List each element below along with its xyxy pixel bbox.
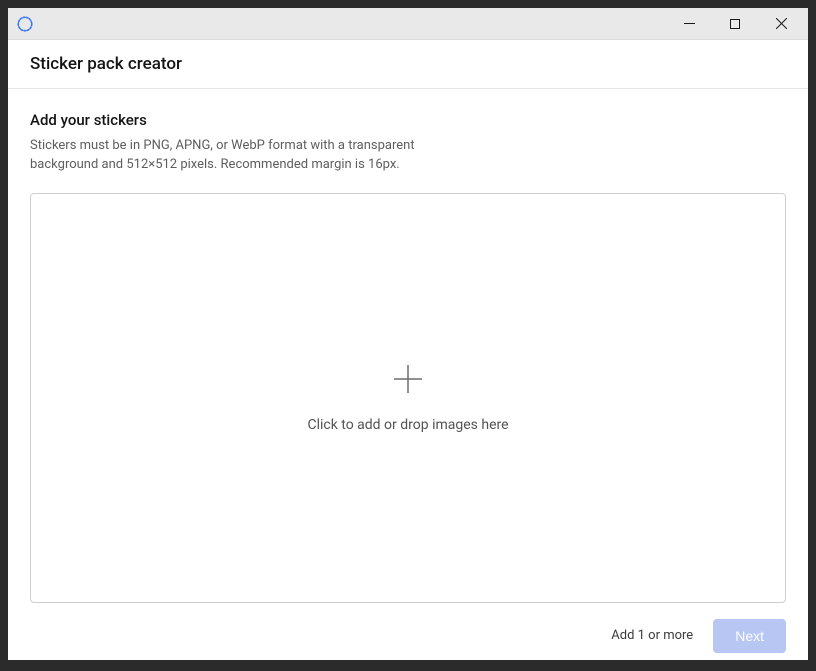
section-title: Add your stickers: [30, 111, 786, 129]
dropzone-prompt: Click to add or drop images here: [307, 417, 508, 433]
titlebar-left: [16, 15, 34, 33]
app-icon: [16, 15, 34, 33]
page-header: Sticker pack creator: [8, 40, 808, 89]
titlebar: [8, 8, 808, 40]
main-content: Add your stickers Stickers must be in PN…: [8, 89, 808, 603]
app-window: Sticker pack creator Add your stickers S…: [8, 8, 808, 660]
window-controls: [666, 8, 804, 40]
footer: Add 1 or more Next: [8, 603, 808, 671]
footer-hint: Add 1 or more: [611, 628, 693, 643]
next-button[interactable]: Next: [713, 619, 786, 653]
minimize-button[interactable]: [666, 8, 712, 40]
close-button[interactable]: [758, 8, 804, 40]
maximize-button[interactable]: [712, 8, 758, 40]
page-title: Sticker pack creator: [30, 54, 786, 74]
plus-icon: [392, 363, 424, 395]
sticker-dropzone[interactable]: Click to add or drop images here: [30, 193, 786, 603]
section-description: Stickers must be in PNG, APNG, or WebP f…: [30, 137, 470, 175]
